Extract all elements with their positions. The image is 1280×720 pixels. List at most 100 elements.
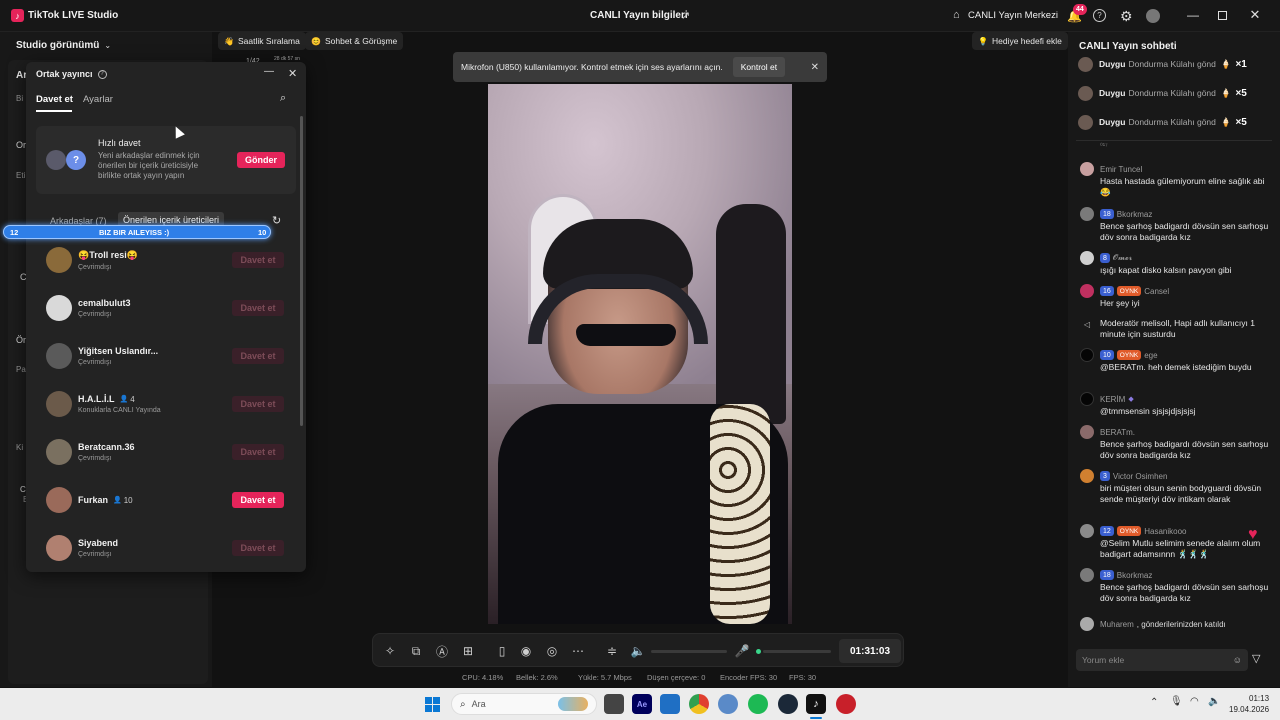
close-window-icon[interactable]: ✕ [1248, 7, 1262, 22]
chat-username: Muharem [1100, 619, 1134, 629]
avatar [46, 343, 72, 369]
home-icon[interactable]: ⌂ [953, 9, 960, 21]
taskbar-search[interactable]: ⌕ Ara [451, 693, 597, 715]
heart-reaction-icon: ♥ [1248, 526, 1258, 543]
invite-button[interactable]: Davet et [232, 540, 284, 556]
live-info-title[interactable]: CANLI Yayın bilgileri [590, 10, 688, 21]
mic-slider[interactable] [763, 650, 831, 653]
comment-input-box[interactable]: Yorum ekle ☺ [1076, 649, 1248, 671]
share-icon[interactable]: ↗ [681, 9, 690, 22]
windows-start-icon[interactable] [425, 697, 440, 712]
app-title: TikTok LIVE Studio [28, 10, 119, 21]
more-icon[interactable]: ⋯ [569, 642, 587, 660]
settings-app-icon[interactable] [718, 694, 738, 714]
chat-username: 𝓞𝓶𝓮𝓻 [1112, 253, 1133, 262]
outlook-icon[interactable] [660, 694, 680, 714]
mic-tray-icon[interactable]: 🎙 [1170, 696, 1183, 707]
chat-message: 12 OYNK Hasanikooo @Selim Mutlu selimim se… [1080, 524, 1276, 560]
volume-icon[interactable]: 🔈 [629, 642, 647, 660]
sidebar-label-partial: Or [16, 140, 26, 150]
sidebar-label-partial: Eti [16, 171, 26, 180]
record-icon[interactable]: ◉ [517, 642, 535, 660]
gift-item: Dondurma Külahı gönd [1128, 59, 1216, 69]
invite-button[interactable]: Davet et [232, 396, 284, 412]
help-icon[interactable]: ? [1093, 9, 1106, 22]
add-scene-icon[interactable]: ⊞ [459, 642, 477, 660]
emoji-icon[interactable]: ☺ [1233, 655, 1242, 665]
effects-icon[interactable]: ◎ [543, 642, 561, 660]
guest-count-icon: 👤 [113, 497, 122, 504]
studio-view-dropdown[interactable]: Studio görünümü ⌄ [16, 40, 111, 51]
info-icon[interactable]: ? [97, 69, 107, 79]
filter-icon[interactable]: ▽ [1252, 652, 1260, 665]
list-item: cemalbulut3 Çevrimdışı Davet et [46, 284, 296, 332]
moderation-message: ◁ Moderatör melisoll, Hapi adlı kullanıc… [1080, 317, 1276, 340]
guest-count: 4 [130, 394, 135, 404]
recorder-icon[interactable] [836, 694, 856, 714]
magic-wand-icon[interactable]: ✧ [381, 642, 399, 660]
wifi-icon[interactable]: ◠ [1190, 696, 1199, 707]
avatar [46, 391, 72, 417]
live-center-link[interactable]: CANLI Yayın Merkezi [968, 10, 1058, 21]
chevron-up-icon[interactable]: ⌃ [1150, 697, 1158, 708]
sidebar-label-partial: Ki [16, 443, 24, 452]
invite-button[interactable]: Davet et [232, 492, 284, 508]
user-status: Çevrimdışı [78, 551, 112, 558]
steam-icon[interactable] [778, 694, 798, 714]
user-name: H.A.L.İ.L [78, 394, 115, 404]
clock-date[interactable]: 19.04.2026 [1229, 705, 1269, 714]
popup-scrollbar[interactable] [300, 116, 303, 426]
refresh-icon[interactable]: ↻ [272, 214, 281, 227]
avatar [1080, 162, 1094, 176]
popup-header: Ortak yayıncı ? [36, 69, 107, 79]
search-icon[interactable]: ⌕ [280, 92, 286, 105]
clock-time[interactable]: 01:13 [1249, 694, 1269, 703]
live-video-preview [488, 84, 792, 624]
user-avatar[interactable] [1146, 9, 1160, 23]
guest-count-icon: 👤 [119, 396, 129, 403]
invite-button[interactable]: Davet et [232, 252, 284, 268]
send-button[interactable]: Gönder [237, 152, 285, 168]
adjust-sliders-icon[interactable]: ≑ [603, 642, 621, 660]
spotify-icon[interactable] [748, 694, 768, 714]
settings-gear-icon[interactable]: ⚙ [1120, 8, 1133, 25]
gift-notification: Duygu Dondurma Külahı gönd 🍦 ×5 [1078, 82, 1268, 104]
close-toast-icon[interactable]: ✕ [811, 62, 819, 73]
video-sunglasses [576, 324, 676, 346]
after-effects-icon[interactable]: Ae [632, 694, 652, 714]
user-name: Beratcann.36 [78, 442, 135, 452]
chat-username: BERATm. [1100, 427, 1135, 437]
volume-slider[interactable] [651, 650, 727, 653]
avatar [1080, 568, 1094, 582]
list-item: H.A.L.İ.L 👤 4 Konuklarla CANLI Yayında Dav… [46, 380, 296, 428]
avatar [1080, 284, 1094, 298]
translate-icon[interactable]: ⧉ [407, 642, 425, 660]
ai-icon[interactable]: Ⓐ [433, 642, 451, 660]
invite-button[interactable]: Davet et [232, 300, 284, 316]
tab-invite[interactable]: Davet et [36, 94, 73, 105]
hourly-ranking-pill[interactable]: 👋 Saatlik Sıralama [218, 32, 306, 50]
phone-icon[interactable]: ▯ [493, 642, 511, 660]
comment-input[interactable]: Yorum ekle [1082, 655, 1124, 665]
speaker-icon[interactable]: 🔈 [1208, 696, 1220, 707]
question-avatar-icon: ? [66, 150, 86, 170]
file-explorer-icon[interactable] [604, 694, 624, 714]
tiktok-studio-taskbar-icon[interactable]: ♪ [806, 694, 826, 714]
chat-meeting-pill[interactable]: 😊 Sohbet & Görüşme [305, 32, 404, 50]
tab-settings[interactable]: Ayarlar [83, 94, 113, 105]
level-badge: 18 [1100, 209, 1114, 219]
chrome-icon[interactable] [689, 694, 709, 714]
maximize-icon[interactable] [1218, 11, 1227, 20]
popup-close-icon[interactable]: ✕ [288, 67, 297, 80]
check-button[interactable]: Kontrol et [732, 57, 786, 77]
cohost-popup: Ortak yayıncı ? — ✕ Davet et Ayarlar ⌕ ?… [26, 62, 306, 572]
live-timer: 01:31:03 [839, 639, 901, 663]
avatar [46, 535, 72, 561]
gift-notification: Duygu Dondurma Külahı gönd 🍦 ×5 [1078, 111, 1268, 133]
popup-minimize-icon[interactable]: — [264, 66, 274, 77]
gift-goal-pill[interactable]: 💡 Hediye hedefi ekle [972, 32, 1068, 50]
microphone-icon[interactable]: 🎤 [733, 642, 751, 660]
invite-button[interactable]: Davet et [232, 444, 284, 460]
invite-button[interactable]: Davet et [232, 348, 284, 364]
minimize-icon[interactable]: — [1186, 8, 1200, 22]
